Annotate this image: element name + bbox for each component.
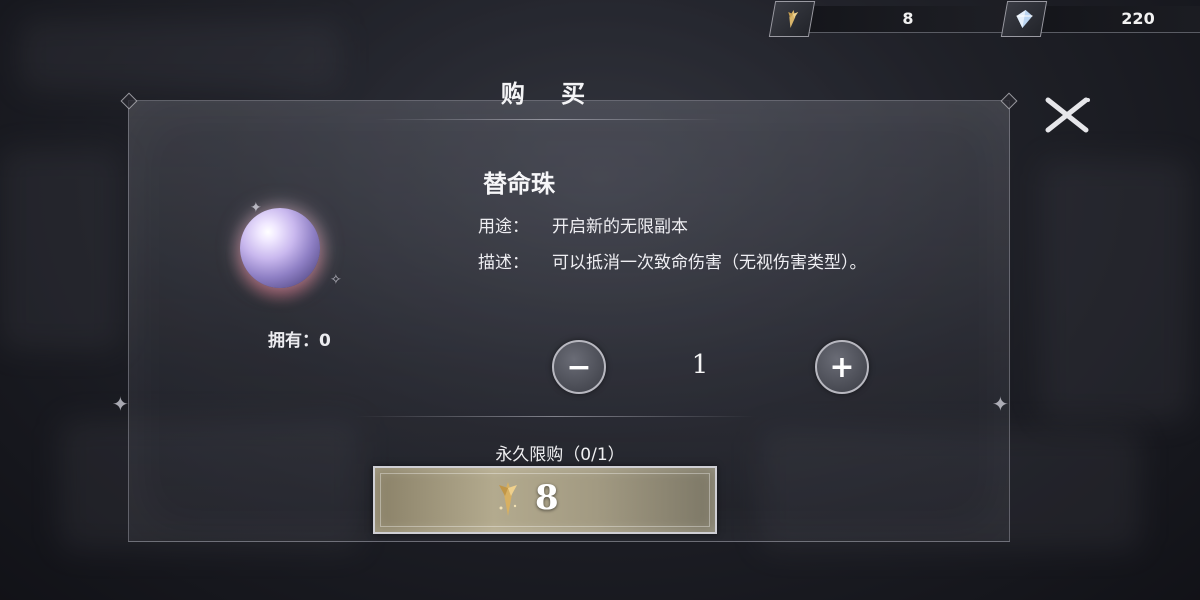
buy-button[interactable]: 8 bbox=[373, 466, 717, 534]
use-label: 用途： bbox=[478, 217, 529, 237]
gold-quill-icon bbox=[499, 482, 517, 516]
title-divider bbox=[375, 119, 720, 120]
currency-gold: 8 bbox=[768, 1, 1008, 37]
sparkle-icon: ✦ bbox=[112, 392, 129, 416]
currency-crystal-value: 220 bbox=[1040, 5, 1200, 33]
sparkle-icon: ✦ bbox=[992, 392, 1009, 416]
orb-icon bbox=[240, 208, 320, 288]
sparkle-icon: ✦ bbox=[250, 200, 262, 216]
sparkle-icon: ✧ bbox=[330, 272, 342, 288]
increase-button[interactable]: + bbox=[815, 340, 869, 394]
close-icon bbox=[1045, 97, 1090, 133]
item-desc-row: 描述： 可以抵消一次致命伤害（无视伤害类型）。 bbox=[478, 249, 922, 277]
quantity-divider bbox=[355, 416, 755, 417]
gold-quill-icon bbox=[768, 1, 816, 37]
quantity-value: 1 bbox=[691, 350, 709, 380]
use-text: 开启新的无限副本 bbox=[552, 217, 688, 237]
close-button[interactable] bbox=[1040, 94, 1094, 134]
desc-text: 可以抵消一次致命伤害（无视伤害类型）。 bbox=[552, 253, 867, 273]
desc-label: 描述： bbox=[478, 253, 529, 273]
plus-icon: + bbox=[829, 349, 855, 385]
currency-gold-value: 8 bbox=[808, 5, 1008, 33]
dialog-title: 购 买 bbox=[500, 80, 600, 108]
currency-crystal: 220 bbox=[1000, 1, 1200, 37]
owned-count: 拥有：0 bbox=[268, 331, 331, 351]
crystal-icon bbox=[1000, 1, 1048, 37]
buy-price: 8 bbox=[535, 478, 559, 518]
purchase-limit: 永久限购（0/1） bbox=[495, 445, 625, 465]
item-name: 替命珠 bbox=[483, 170, 555, 198]
minus-icon: − bbox=[566, 349, 592, 385]
decrease-button[interactable]: − bbox=[552, 340, 606, 394]
shop-screen: 8 220 购 买 ✦ ✧ ✦ ✦ 拥有：0 替命珠 用途： 开启新的无限副本 … bbox=[0, 0, 1200, 600]
item-use-row: 用途： 开启新的无限副本 bbox=[478, 213, 922, 241]
